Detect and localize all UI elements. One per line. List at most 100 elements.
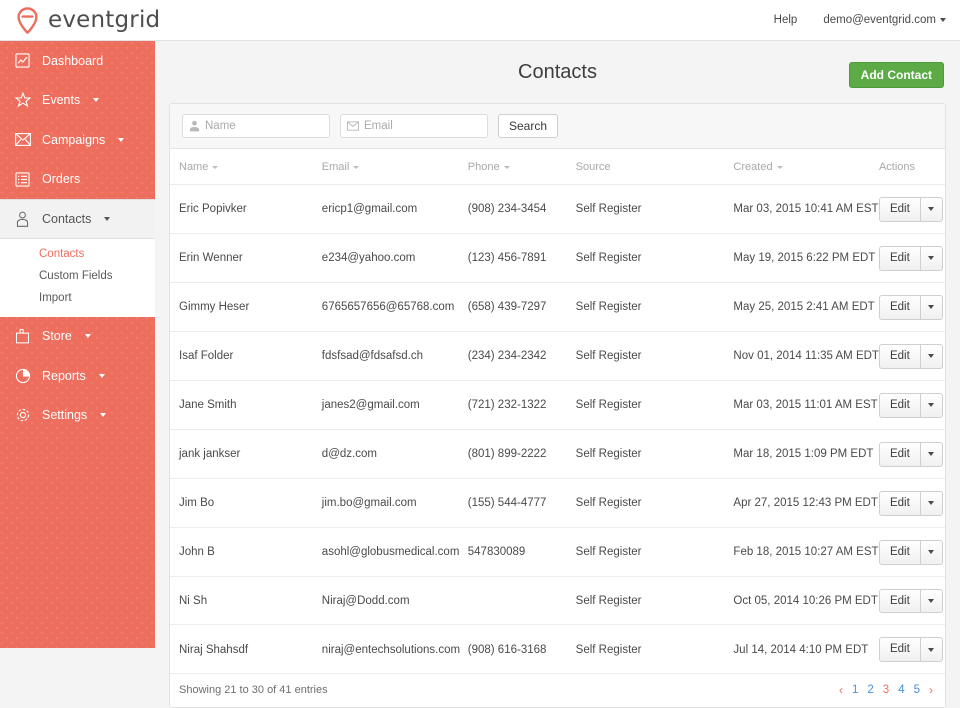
cell-email: Niraj@Dodd.com (321, 576, 468, 626)
email-field[interactable] (340, 114, 488, 138)
cell-actions: Edit (878, 478, 945, 528)
top-bar-right: Help demo@eventgrid.com (774, 14, 960, 26)
edit-dropdown-button[interactable] (920, 539, 943, 565)
edit-button[interactable]: Edit (878, 637, 921, 663)
cell-created: Mar 18, 2015 1:09 PM EDT (733, 429, 879, 479)
chevron-down-icon (928, 305, 935, 310)
sort-caret-icon (776, 165, 783, 169)
sidebar-item-label: Store (42, 329, 72, 344)
edit-dropdown-button[interactable] (920, 588, 943, 614)
column-label: Email (321, 161, 350, 173)
cell-email: janes2@gmail.com (321, 380, 468, 430)
pagination-page-1[interactable]: 1 (852, 684, 858, 696)
sidebar-item-settings[interactable]: Settings (0, 396, 155, 436)
edit-button[interactable]: Edit (878, 392, 921, 418)
edit-button[interactable]: Edit (878, 588, 921, 614)
column-header-source: Source (575, 149, 734, 185)
search-email-input[interactable] (364, 120, 476, 132)
column-header-name[interactable]: Name (170, 149, 322, 185)
edit-dropdown-button[interactable] (920, 294, 943, 320)
cell-source: Self Register (575, 478, 734, 528)
cell-phone: (908) 234-3454 (467, 184, 576, 234)
sidebar-item-orders[interactable]: Orders (0, 160, 155, 200)
sidebar-item-contacts[interactable]: Contacts (0, 199, 155, 239)
pagination-page-4[interactable]: 4 (898, 684, 904, 696)
edit-dropdown-button[interactable] (920, 343, 943, 369)
sidebar-item-store[interactable]: Store (0, 317, 155, 357)
cell-phone: 547830089 (467, 527, 576, 577)
chevron-down-icon (940, 17, 946, 22)
table-row: Niraj Shahsdf niraj@entechsolutions.com (9… (170, 624, 945, 675)
submenu-item-contacts[interactable]: Contacts (0, 243, 155, 265)
search-toolbar: Search (170, 104, 945, 149)
sidebar-item-events[interactable]: Events (0, 81, 155, 121)
edit-dropdown-button[interactable] (920, 392, 943, 418)
pagination-page-5[interactable]: 5 (914, 684, 920, 696)
pagination-page-3[interactable]: 3 (883, 684, 889, 696)
edit-button[interactable]: Edit (878, 539, 921, 565)
cell-name: Jim Bo (170, 478, 322, 528)
shopping-bag-icon (14, 328, 31, 345)
edit-button[interactable]: Edit (878, 294, 921, 320)
search-button[interactable]: Search (498, 114, 559, 138)
cell-created: May 19, 2015 6:22 PM EDT (733, 233, 879, 283)
cell-created: Mar 03, 2015 10:41 AM EST (733, 184, 879, 234)
brand-logo[interactable]: eventgrid (0, 6, 161, 34)
cell-name: Jane Smith (170, 380, 322, 430)
edit-dropdown-button[interactable] (920, 197, 943, 222)
edit-dropdown-button[interactable] (920, 637, 943, 663)
edit-button[interactable]: Edit (878, 197, 921, 222)
search-name-input[interactable] (205, 120, 317, 132)
name-field[interactable] (182, 114, 330, 138)
table-row: Isaf Folder fdsfsad@fdsafsd.ch (234) 234-2… (170, 331, 945, 381)
sort-caret-icon (503, 165, 510, 169)
cell-email: 6765657656@65768.com (321, 282, 468, 332)
help-link[interactable]: Help (774, 14, 798, 26)
submenu-item-import[interactable]: Import (0, 287, 155, 309)
brand-name: eventgrid (48, 7, 161, 33)
sidebar-item-reports[interactable]: Reports (0, 356, 155, 396)
edit-button[interactable]: Edit (878, 343, 921, 369)
table-row: John Basohl@globusmedical.com 547830089 Se… (170, 527, 945, 577)
column-header-phone[interactable]: Phone (467, 149, 576, 185)
edit-button-group: Edit (878, 197, 943, 222)
submenu-item-custom-fields[interactable]: Custom Fields (0, 265, 155, 287)
pagination-page-2[interactable]: 2 (867, 684, 873, 696)
cell-email: ericp1@gmail.com (321, 184, 468, 234)
list-icon (14, 171, 31, 188)
edit-dropdown-button[interactable] (920, 245, 943, 271)
chevron-down-icon (84, 334, 91, 339)
edit-button[interactable]: Edit (878, 245, 921, 271)
chart-icon (14, 52, 31, 69)
edit-button-group: Edit (878, 539, 943, 565)
contacts-card: Search Name Email Phone Source Created A… (169, 103, 946, 708)
sort-caret-icon (353, 165, 360, 169)
sidebar-item-dashboard[interactable]: Dashboard (0, 41, 155, 81)
user-icon (14, 210, 31, 227)
column-header-email[interactable]: Email (321, 149, 468, 185)
chevron-down-icon (928, 207, 935, 212)
pagination-prev[interactable]: ‹ (839, 683, 843, 697)
edit-dropdown-button[interactable] (920, 441, 943, 467)
edit-dropdown-button[interactable] (920, 490, 943, 516)
cell-actions: Edit (878, 624, 945, 675)
cell-actions: Edit (878, 184, 945, 234)
cell-phone: (658) 439-7297 (467, 282, 576, 332)
column-header-created[interactable]: Created (733, 149, 879, 185)
edit-button[interactable]: Edit (878, 490, 921, 516)
account-menu[interactable]: demo@eventgrid.com (823, 14, 946, 26)
top-bar: eventgrid Help demo@eventgrid.com (0, 0, 960, 41)
user-icon (189, 120, 200, 132)
add-contact-button[interactable]: Add Contact (848, 62, 944, 88)
edit-button[interactable]: Edit (878, 441, 921, 467)
cell-source: Self Register (575, 331, 734, 381)
sidebar-item-campaigns[interactable]: Campaigns (0, 120, 155, 160)
column-label: Source (575, 161, 611, 173)
edit-button-group: Edit (878, 637, 943, 663)
chevron-down-icon (928, 501, 935, 506)
cell-name: Isaf Folder (170, 331, 322, 381)
location-pin-icon (16, 6, 39, 34)
sidebar-item-label: Contacts (42, 211, 92, 226)
table-row: Jim Bo jim.bo@gmail.com (155) 544-4777 Self… (170, 478, 945, 528)
pagination-next[interactable]: › (929, 683, 933, 697)
